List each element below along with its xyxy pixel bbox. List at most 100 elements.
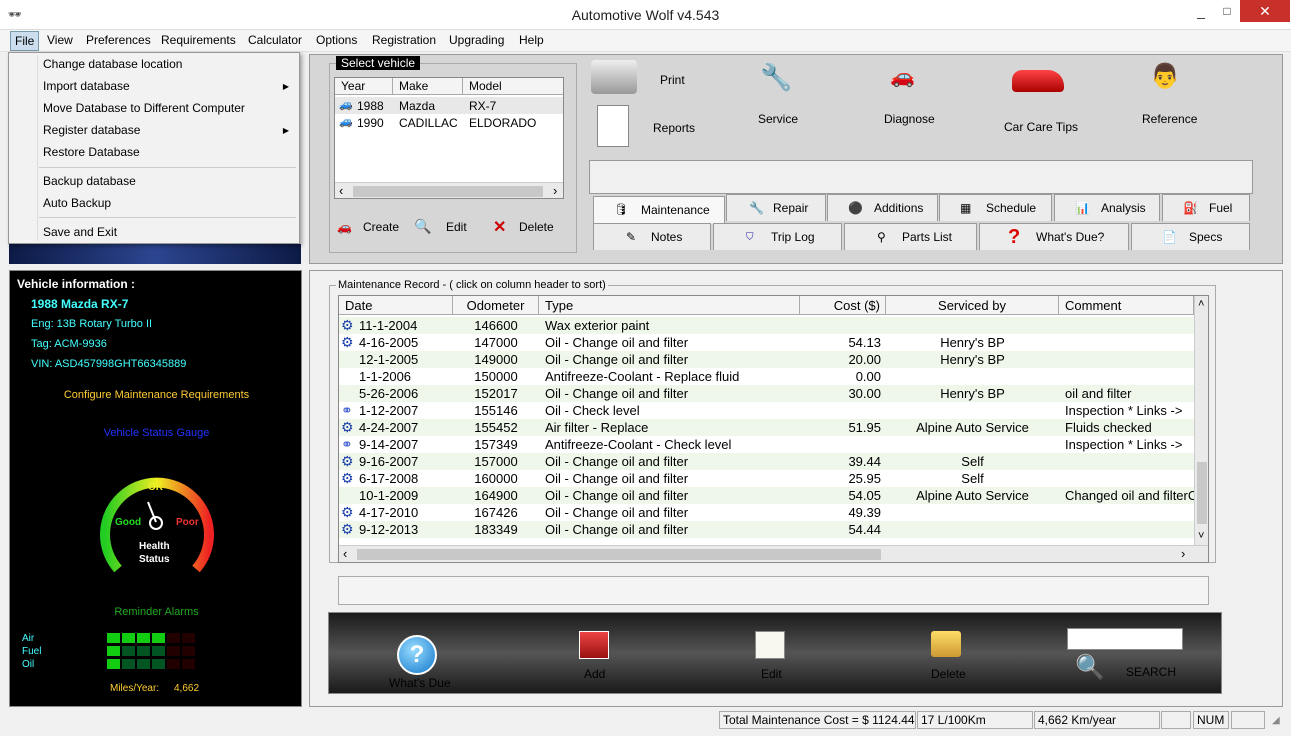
tab-specs[interactable]: 📄 Specs xyxy=(1131,223,1250,250)
whats-due-button[interactable]: What's Due xyxy=(389,676,451,690)
table-row[interactable]: ⚙ 4-17-2010 167426 Oil - Change oil and fil… xyxy=(339,504,1194,521)
create-vehicle-button[interactable]: Create xyxy=(363,220,399,234)
scroll-down-icon[interactable]: ˅ xyxy=(1198,530,1204,542)
menu-view[interactable]: View xyxy=(47,33,73,47)
column-header-model[interactable]: Model xyxy=(463,78,563,95)
tab-trip-log[interactable]: ⛉ Trip Log xyxy=(713,223,842,250)
menu-item-import-database[interactable]: Import database xyxy=(43,79,130,93)
menu-item-auto-backup[interactable]: Auto Backup xyxy=(43,196,111,210)
edit-vehicle-button[interactable]: Edit xyxy=(446,220,467,234)
delete-vehicle-button[interactable]: Delete xyxy=(519,220,554,234)
edit-button[interactable]: Edit xyxy=(761,667,782,681)
scroll-thumb[interactable] xyxy=(353,186,543,197)
tab-schedule[interactable]: ▦ Schedule xyxy=(939,194,1052,221)
menu-requirements[interactable]: Requirements xyxy=(161,33,236,47)
delete-button[interactable]: Delete xyxy=(931,667,966,681)
scroll-right-icon[interactable]: › xyxy=(553,183,557,198)
table-row[interactable]: ⚙ 11-1-2004 146600 Wax exterior paint xyxy=(339,317,1194,334)
maximize-button[interactable]: □ xyxy=(1216,0,1238,22)
search-magnifier-icon[interactable]: 🔍 xyxy=(1075,653,1105,682)
mechanic-icon[interactable]: 🔧 xyxy=(760,62,792,93)
maintenance-table[interactable]: Date Odometer Type Cost ($) Serviced by … xyxy=(338,295,1209,563)
table-row[interactable]: ⚙ 4-24-2007 155452 Air filter - Replace 51.9… xyxy=(339,419,1194,436)
menu-upgrading[interactable]: Upgrading xyxy=(449,33,504,47)
table-row[interactable]: ⚙ 6-17-2008 160000 Oil - Change oil and fil… xyxy=(339,470,1194,487)
tab-analysis[interactable]: 📊 Analysis xyxy=(1054,194,1160,221)
column-header-type[interactable]: Type xyxy=(539,296,800,315)
column-header-serviced-by[interactable]: Serviced by xyxy=(886,296,1059,315)
print-button[interactable]: Print xyxy=(660,73,685,87)
horizontal-scrollbar[interactable]: ‹ › xyxy=(335,182,563,198)
horizontal-scrollbar[interactable]: ‹ › xyxy=(339,545,1208,562)
edit-note-icon[interactable] xyxy=(755,631,785,659)
tab-parts-list[interactable]: ⚲ Parts List xyxy=(844,223,977,250)
table-row[interactable]: ⚙ 9-16-2007 157000 Oil - Change oil and fil… xyxy=(339,453,1194,470)
add-book-icon[interactable] xyxy=(579,631,609,659)
edit-magnifier-icon[interactable]: 🔍 xyxy=(414,218,431,235)
menu-item-move-database[interactable]: Move Database to Different Computer xyxy=(43,101,245,115)
scroll-thumb[interactable] xyxy=(1197,462,1207,524)
search-input[interactable] xyxy=(1067,628,1183,650)
tab-repair[interactable]: 🔧 Repair xyxy=(726,194,826,221)
reports-icon[interactable] xyxy=(597,105,629,147)
menu-item-restore-database[interactable]: Restore Database xyxy=(43,145,140,159)
tab-maintenance[interactable]: 🛢 Maintenance xyxy=(593,196,725,224)
tab-additions[interactable]: ⚫ Additions xyxy=(827,194,938,221)
table-row[interactable]: 10-1-2009 164900 Oil - Change oil and filt… xyxy=(339,487,1194,504)
delete-folder-icon[interactable] xyxy=(931,631,961,657)
column-header-cost[interactable]: Cost ($) xyxy=(800,296,886,315)
printer-icon[interactable] xyxy=(591,60,637,94)
delete-x-icon[interactable]: ✕ xyxy=(493,217,506,237)
add-button[interactable]: Add xyxy=(584,667,605,681)
menu-item-save-and-exit[interactable]: Save and Exit xyxy=(43,225,117,239)
vehicle-list[interactable]: Year Make Model 🚙 1988 Mazda RX-7 🚙 1990… xyxy=(334,77,564,199)
whats-due-question-icon[interactable]: ? xyxy=(397,635,437,675)
tab-fuel[interactable]: ⛽ Fuel xyxy=(1162,194,1250,221)
resize-grip-icon[interactable]: ◢ xyxy=(1272,715,1280,726)
vehicle-row[interactable]: 🚙 1988 Mazda RX-7 xyxy=(335,97,563,114)
table-row[interactable]: ⚙ 4-16-2005 147000 Oil - Change oil and fil… xyxy=(339,334,1194,351)
sports-car-icon[interactable] xyxy=(1012,70,1064,92)
scroll-right-icon[interactable]: › xyxy=(1181,546,1185,561)
menu-file[interactable]: File xyxy=(10,31,40,51)
menu-item-register-database[interactable]: Register database xyxy=(43,123,140,137)
create-car-icon[interactable]: 🚗 xyxy=(337,220,352,234)
minimize-button[interactable]: _ xyxy=(1186,0,1216,22)
column-header-comment[interactable]: Comment xyxy=(1059,296,1194,315)
menu-item-change-database-location[interactable]: Change database location xyxy=(43,57,182,71)
table-row[interactable]: 12-1-2005 149000 Oil - Change oil and filt… xyxy=(339,351,1194,368)
notes-textbox[interactable] xyxy=(338,576,1209,605)
car-care-tips-button[interactable]: Car Care Tips xyxy=(1004,120,1078,134)
service-button[interactable]: Service xyxy=(758,112,798,126)
diagnose-car-icon[interactable]: 🚗 xyxy=(890,64,915,89)
tab-notes[interactable]: ✎ Notes xyxy=(593,223,711,250)
menu-item-backup-database[interactable]: Backup database xyxy=(43,174,136,188)
close-button[interactable]: ✕ xyxy=(1240,0,1290,22)
column-header-make[interactable]: Make xyxy=(393,78,463,95)
scroll-left-icon[interactable]: ‹ xyxy=(339,183,343,198)
reference-person-icon[interactable]: 👨 xyxy=(1150,62,1180,91)
diagnose-button[interactable]: Diagnose xyxy=(884,112,935,126)
menu-options[interactable]: Options xyxy=(316,33,357,47)
table-row[interactable]: 5-26-2006 152017 Oil - Change oil and filt… xyxy=(339,385,1194,402)
menu-registration[interactable]: Registration xyxy=(372,33,436,47)
menu-preferences[interactable]: Preferences xyxy=(86,33,151,47)
column-header-year[interactable]: Year xyxy=(335,78,393,95)
menu-help[interactable]: Help xyxy=(519,33,544,47)
tab-whats-due[interactable]: ? What's Due? xyxy=(979,223,1129,250)
table-row[interactable]: 1-1-2006 150000 Antifreeze-Coolant - Repla… xyxy=(339,368,1194,385)
reference-button[interactable]: Reference xyxy=(1142,112,1197,126)
column-header-odometer[interactable]: Odometer xyxy=(453,296,539,315)
search-button[interactable]: SEARCH xyxy=(1126,665,1176,679)
configure-requirements-link[interactable]: Configure Maintenance Requirements xyxy=(10,389,303,401)
reports-button[interactable]: Reports xyxy=(653,121,695,135)
vehicle-row[interactable]: 🚙 1990 CADILLAC ELDORADO xyxy=(335,114,563,131)
menu-calculator[interactable]: Calculator xyxy=(248,33,302,47)
scroll-left-icon[interactable]: ‹ xyxy=(343,546,347,561)
scroll-up-icon[interactable]: ˄ xyxy=(1198,298,1204,310)
vertical-scrollbar[interactable]: ˄ ˅ xyxy=(1194,296,1208,546)
table-row[interactable]: ⚭ 1-12-2007 155146 Oil - Check level Inspect… xyxy=(339,402,1194,419)
column-header-date[interactable]: Date xyxy=(339,296,453,315)
table-row[interactable]: ⚭ 9-14-2007 157349 Antifreeze-Coolant - Che… xyxy=(339,436,1194,453)
table-row[interactable]: ⚙ 9-12-2013 183349 Oil - Change oil and fil… xyxy=(339,521,1194,538)
